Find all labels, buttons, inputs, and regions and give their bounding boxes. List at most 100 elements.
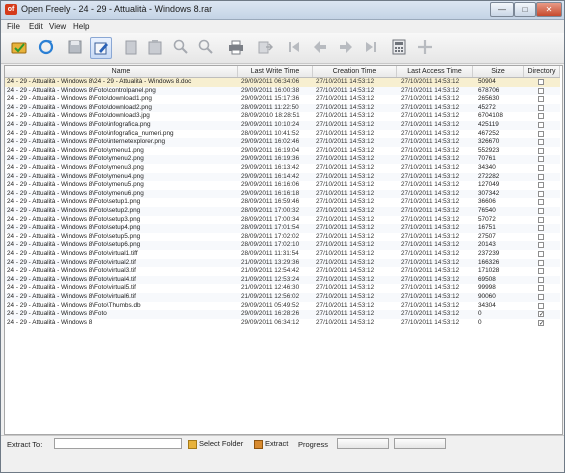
table-row[interactable]: 24 - 29 - Attualità - Windows 8\Foto\set…	[5, 233, 560, 242]
file-list-table[interactable]: Name Last Write Time Creation Time Last …	[4, 65, 563, 435]
table-row[interactable]: 24 - 29 - Attualità - Windows 8\Foto\vir…	[5, 275, 560, 285]
select-folder-button[interactable]: Select Folder	[188, 438, 243, 450]
directory-checkbox[interactable]	[538, 302, 544, 309]
table-row[interactable]: 24 - 29 - Attualità - Windows 8\Foto\Thu…	[5, 302, 560, 311]
table-row[interactable]: 24 - 29 - Attualità - Windows 8\Foto\dow…	[5, 112, 560, 121]
save-icon[interactable]	[65, 37, 85, 57]
table-row[interactable]: 24 - 29 - Attualità - Windows 8\Foto\set…	[5, 198, 560, 207]
close-button[interactable]: ✕	[536, 2, 562, 17]
cell-creation: 27/10/2011 14:53:12	[316, 310, 375, 318]
directory-checkbox[interactable]	[538, 216, 544, 223]
table-row[interactable]: 24 - 29 - Attualità - Windows 8\Foto\vir…	[5, 284, 560, 293]
directory-checkbox[interactable]	[538, 147, 544, 154]
directory-checkbox[interactable]	[538, 242, 544, 249]
paste-icon[interactable]	[145, 37, 165, 57]
column-header-last-access-time[interactable]: Last Access Time	[397, 66, 473, 77]
directory-checkbox[interactable]	[538, 233, 544, 240]
directory-checkbox[interactable]	[538, 276, 544, 283]
directory-checkbox[interactable]	[538, 285, 544, 292]
export-icon[interactable]	[255, 37, 275, 57]
print-icon[interactable]	[226, 37, 246, 57]
directory-checkbox[interactable]	[538, 268, 544, 275]
directory-checkbox[interactable]	[538, 79, 544, 85]
directory-checkbox[interactable]	[538, 225, 544, 232]
table-row[interactable]: 24 - 29 - Attualità - Windows 8\24 - 29 …	[5, 78, 560, 87]
cell-write: 29/09/2011 16:00:38	[241, 86, 300, 94]
directory-checkbox[interactable]: ✓	[538, 319, 544, 327]
column-header-name[interactable]: Name	[5, 66, 238, 77]
directory-checkbox[interactable]	[538, 294, 544, 300]
next-icon[interactable]	[336, 37, 356, 57]
menu-view[interactable]: View	[49, 22, 66, 31]
table-row[interactable]: 24 - 29 - Attualità - Windows 8\Foto\dow…	[5, 103, 560, 113]
directory-checkbox[interactable]	[538, 251, 544, 257]
menu-edit[interactable]: Edit	[29, 22, 43, 31]
table-row[interactable]: 24 - 29 - Attualità - Windows 8\Foto 29/0…	[5, 310, 560, 319]
directory-checkbox[interactable]	[538, 104, 544, 111]
cell-write: 21/09/2011 12:56:02	[241, 293, 300, 300]
directory-checkbox[interactable]	[538, 156, 544, 163]
zoom-in-icon[interactable]	[171, 37, 191, 57]
table-row[interactable]: 24 - 29 - Attualità - Windows 8\Foto\con…	[5, 86, 560, 96]
directory-checkbox[interactable]	[538, 96, 544, 103]
table-row[interactable]: 24 - 29 - Attualità - Windows 8\Foto\yme…	[5, 172, 560, 182]
table-row[interactable]: 24 - 29 - Attualità - Windows 8\Foto\inf…	[5, 121, 560, 130]
table-row[interactable]: 24 - 29 - Attualità - Windows 8\Foto\int…	[5, 138, 560, 147]
menu-help[interactable]: Help	[73, 22, 89, 31]
table-row[interactable]: 24 - 29 - Attualità - Windows 8\Foto\yme…	[5, 155, 560, 164]
extract-button[interactable]: Extract	[254, 438, 288, 450]
cell-name: 24 - 29 - Attualità - Windows 8\Foto\dow…	[7, 95, 152, 103]
table-row[interactable]: 24 - 29 - Attualità - Windows 8\Foto\vir…	[5, 267, 560, 276]
directory-checkbox[interactable]	[538, 165, 544, 171]
minimize-button[interactable]: —	[490, 2, 514, 17]
extract-to-input[interactable]	[54, 438, 182, 449]
directory-checkbox[interactable]	[538, 190, 544, 197]
directory-checkbox[interactable]	[538, 199, 544, 206]
directory-checkbox[interactable]	[538, 173, 544, 180]
title-bar[interactable]: of Open Freely - 24 - 29 - Attualità - W…	[1, 1, 564, 20]
directory-checkbox[interactable]	[538, 130, 544, 137]
column-header-directory[interactable]: Directory	[524, 66, 560, 77]
cell-name: 24 - 29 - Attualità - Windows 8\Foto\int…	[7, 138, 166, 146]
column-header-last-write-time[interactable]: Last Write Time	[238, 66, 313, 77]
table-row[interactable]: 24 - 29 - Attualità - Windows 8\Foto\set…	[5, 207, 560, 216]
move-icon[interactable]	[415, 37, 435, 57]
directory-checkbox[interactable]	[538, 208, 544, 214]
directory-checkbox[interactable]	[538, 87, 544, 94]
extract-icon[interactable]	[9, 37, 29, 57]
maximize-button[interactable]: □	[514, 2, 536, 17]
table-row[interactable]: 24 - 29 - Attualità - Windows 8\Foto\set…	[5, 241, 560, 250]
last-icon[interactable]	[361, 37, 381, 57]
menu-file[interactable]: File	[7, 22, 20, 31]
table-row[interactable]: 24 - 29 - Attualità - Windows 8 29/09/201…	[5, 319, 560, 328]
table-row[interactable]: 24 - 29 - Attualità - Windows 8\Foto\vir…	[5, 293, 560, 302]
directory-checkbox[interactable]	[538, 122, 544, 128]
first-icon[interactable]	[284, 37, 304, 57]
column-header-creation-time[interactable]: Creation Time	[313, 66, 397, 77]
table-row[interactable]: 24 - 29 - Attualità - Windows 8\Foto\inf…	[5, 130, 560, 139]
extract-to-label: Extract To:	[7, 440, 43, 449]
directory-checkbox[interactable]	[538, 139, 544, 146]
table-row[interactable]: 24 - 29 - Attualità - Windows 8\Foto\yme…	[5, 147, 560, 156]
zoom-out-icon[interactable]	[196, 37, 216, 57]
table-row[interactable]: 24 - 29 - Attualità - Windows 8\Foto\yme…	[5, 164, 560, 173]
table-row[interactable]: 24 - 29 - Attualità - Windows 8\Foto\yme…	[5, 189, 560, 199]
table-row[interactable]: 24 - 29 - Attualità - Windows 8\Foto\dow…	[5, 95, 560, 104]
prev-icon[interactable]	[310, 37, 330, 57]
directory-checkbox[interactable]	[538, 259, 544, 266]
table-row[interactable]: 24 - 29 - Attualità - Windows 8\Foto\vir…	[5, 258, 560, 268]
column-header-size[interactable]: Size	[473, 66, 524, 77]
directory-checkbox[interactable]	[538, 113, 544, 120]
table-row[interactable]: 24 - 29 - Attualità - Windows 8\Foto\set…	[5, 224, 560, 233]
edit-icon[interactable]	[90, 37, 112, 59]
table-row[interactable]: 24 - 29 - Attualità - Windows 8\Foto\yme…	[5, 181, 560, 190]
application-window: of Open Freely - 24 - 29 - Attualità - W…	[0, 0, 565, 473]
copy-icon[interactable]	[121, 37, 141, 57]
directory-checkbox[interactable]: ✓	[538, 311, 544, 318]
table-row[interactable]: 24 - 29 - Attualità - Windows 8\Foto\set…	[5, 216, 560, 225]
calculator-icon[interactable]	[389, 37, 409, 57]
table-row[interactable]: 24 - 29 - Attualità - Windows 8\Foto\vir…	[5, 250, 560, 259]
refresh-icon[interactable]	[36, 37, 56, 57]
directory-checkbox[interactable]	[538, 182, 544, 189]
cell-name: 24 - 29 - Attualità - Windows 8\Foto\vir…	[7, 284, 136, 292]
